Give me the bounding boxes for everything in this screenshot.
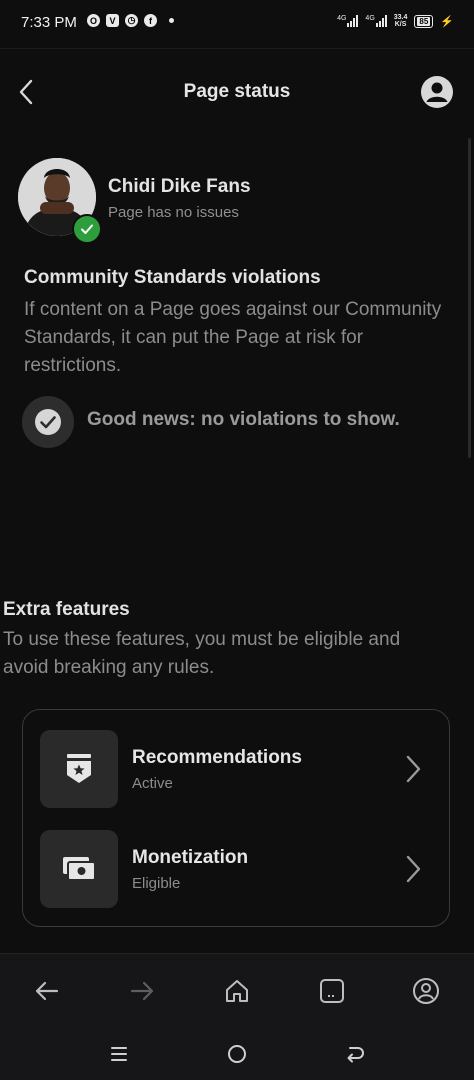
timer-icon: ◷ (125, 14, 138, 27)
recommendations-icon-tile (40, 730, 118, 808)
browser-back-button[interactable] (29, 973, 65, 1009)
scrollbar[interactable] (468, 138, 471, 458)
browser-tabs-button[interactable] (314, 973, 350, 1009)
no-violations-badge (22, 396, 74, 448)
network-speed: 33.4 K/S (393, 14, 408, 28)
system-back-button[interactable] (337, 1040, 373, 1068)
arrow-left-icon (35, 981, 59, 1001)
browser-account-button[interactable] (408, 973, 444, 1009)
page-status-text: Page has no issues (108, 204, 239, 221)
battery-icon: 85 (414, 14, 434, 28)
account-icon (413, 978, 439, 1004)
facebook-icon: f (144, 14, 157, 27)
monetization-status: Eligible (132, 875, 181, 892)
chevron-right-icon (404, 854, 424, 884)
recent-apps-button[interactable] (101, 1040, 137, 1068)
opera-icon: O (87, 14, 100, 27)
badge-star-icon (67, 754, 91, 783)
community-standards-description: If content on a Page goes against our Co… (24, 299, 442, 376)
profile-button[interactable] (419, 74, 455, 110)
signal-1-icon: 4G (337, 15, 359, 27)
arrow-right-icon (130, 981, 154, 1001)
extra-features-title: Extra features (3, 599, 130, 620)
recommendations-status: Active (132, 775, 173, 792)
check-circle-icon (35, 409, 61, 435)
charging-icon: ⚡ (440, 15, 454, 28)
circle-home-icon (228, 1045, 246, 1063)
tabs-icon (320, 979, 344, 1003)
chevron-right-icon (404, 754, 424, 784)
menu-icon (111, 1047, 127, 1061)
community-standards-title: Community Standards violations (24, 267, 321, 288)
profile-icon (421, 76, 453, 108)
page-name: Chidi Dike Fans (108, 176, 251, 197)
header-divider (0, 48, 474, 49)
signal-2-icon: 4G (365, 15, 387, 27)
browser-home-button[interactable] (219, 973, 255, 1009)
no-violations-text: Good news: no violations to show. (87, 409, 400, 430)
cash-icon (63, 857, 96, 881)
status-indicators: 4G 4G 33.4 K/S 85 ⚡ (337, 14, 454, 28)
notification-icons: O V ◷ f (87, 14, 174, 27)
page-title: Page status (183, 81, 291, 102)
system-home-button[interactable] (219, 1040, 255, 1068)
checkmark-icon (81, 224, 93, 234)
monetization-icon-tile (40, 830, 118, 908)
extra-features-description: To use these features, you must be eligi… (3, 629, 401, 678)
browser-forward-button[interactable] (124, 973, 160, 1009)
recommendations-title: Recommendations (132, 747, 302, 768)
monetization-title: Monetization (132, 847, 249, 868)
more-notifications-dot-icon (169, 18, 174, 23)
verified-badge (72, 214, 102, 244)
home-icon (226, 980, 248, 1002)
return-icon (347, 1047, 364, 1063)
vpn-app-icon: V (106, 14, 119, 27)
status-time: 7:33 PM (21, 14, 77, 31)
